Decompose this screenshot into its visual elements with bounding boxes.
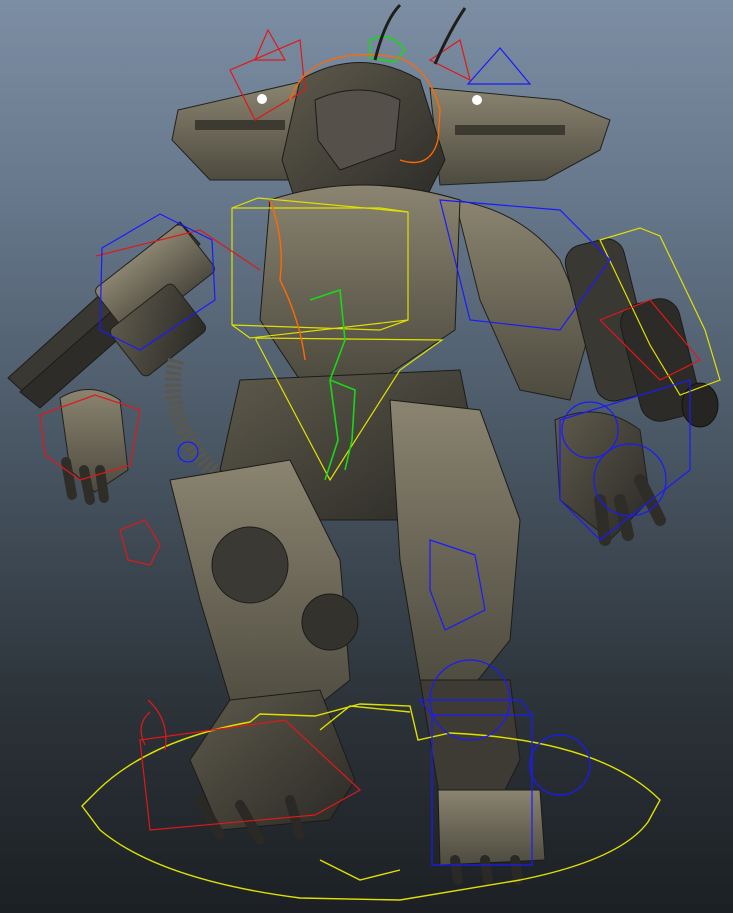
robot-model[interactable] — [7, 62, 719, 885]
root-control[interactable] — [81, 703, 661, 901]
right-leg-mesh[interactable] — [389, 399, 546, 885]
antenna-mesh — [373, 3, 467, 65]
left-arm-mesh[interactable] — [59, 389, 129, 505]
scene-canvas[interactable] — [0, 0, 733, 913]
3d-viewport[interactable] — [0, 0, 733, 913]
ammo-belt-mesh — [164, 357, 232, 488]
left-gun-mesh[interactable] — [7, 221, 217, 409]
